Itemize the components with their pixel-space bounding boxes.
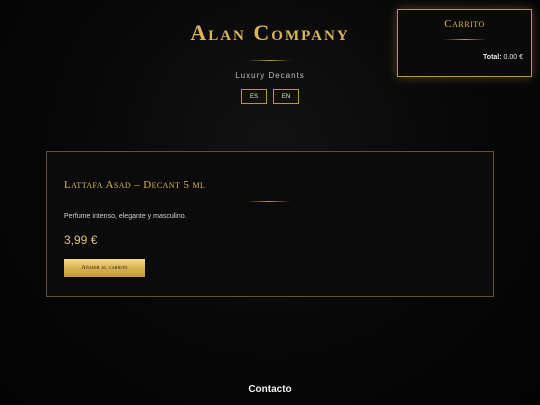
product-divider bbox=[247, 201, 291, 202]
add-to-cart-button[interactable]: Añadir al carrito bbox=[64, 259, 145, 277]
language-es-button[interactable]: ES bbox=[241, 89, 267, 104]
product-description: Perfume intenso, elegante y masculino. bbox=[64, 213, 187, 220]
brand-divider bbox=[248, 60, 292, 61]
product-name: Lattafa Asad – Decant 5 ml bbox=[64, 179, 206, 191]
cart-title: Carrito bbox=[444, 18, 485, 30]
cart-total: Total: 0.00 € bbox=[483, 54, 523, 61]
language-en-button[interactable]: EN bbox=[273, 89, 299, 104]
product-card: Lattafa Asad – Decant 5 ml Perfume inten… bbox=[46, 151, 494, 297]
footer-contact-link[interactable]: Contacto bbox=[0, 384, 540, 395]
cart-divider bbox=[442, 39, 487, 40]
product-price: 3,99 € bbox=[64, 233, 98, 247]
language-switcher: ES EN bbox=[0, 89, 540, 104]
cart-total-value: 0.00 € bbox=[503, 54, 523, 61]
cart-panel: Carrito Total: 0.00 € bbox=[397, 9, 532, 77]
cart-total-label: Total: bbox=[483, 54, 502, 61]
